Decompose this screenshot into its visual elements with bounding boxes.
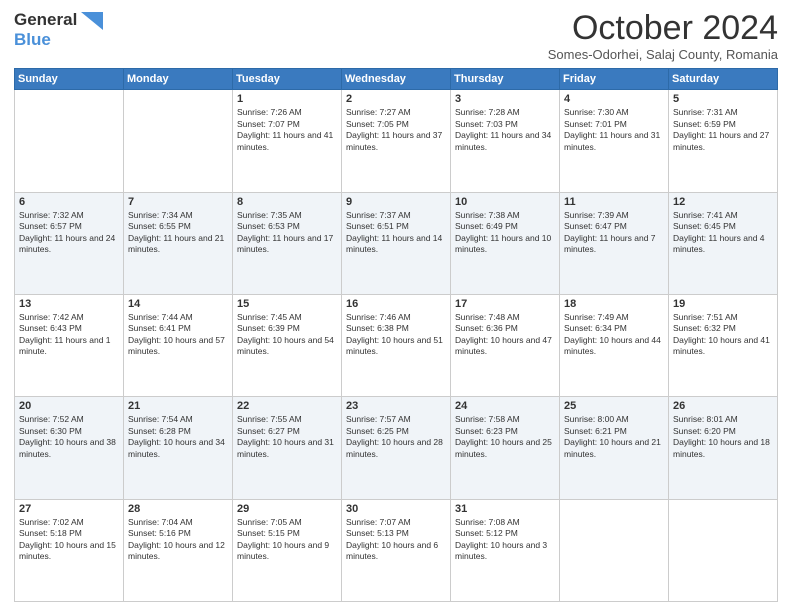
col-tuesday: Tuesday	[233, 69, 342, 90]
table-row	[124, 90, 233, 192]
table-row: 20Sunrise: 7:52 AMSunset: 6:30 PMDayligh…	[15, 397, 124, 499]
table-row: 5Sunrise: 7:31 AMSunset: 6:59 PMDaylight…	[669, 90, 778, 192]
location-subtitle: Somes-Odorhei, Salaj County, Romania	[548, 47, 778, 62]
table-row: 8Sunrise: 7:35 AMSunset: 6:53 PMDaylight…	[233, 192, 342, 294]
table-row: 11Sunrise: 7:39 AMSunset: 6:47 PMDayligh…	[560, 192, 669, 294]
table-row: 6Sunrise: 7:32 AMSunset: 6:57 PMDaylight…	[15, 192, 124, 294]
table-row: 27Sunrise: 7:02 AMSunset: 5:18 PMDayligh…	[15, 499, 124, 601]
header: General Blue October 2024 Somes-Odorhei,…	[14, 10, 778, 62]
col-thursday: Thursday	[451, 69, 560, 90]
col-wednesday: Wednesday	[342, 69, 451, 90]
table-row: 15Sunrise: 7:45 AMSunset: 6:39 PMDayligh…	[233, 295, 342, 397]
table-row: 10Sunrise: 7:38 AMSunset: 6:49 PMDayligh…	[451, 192, 560, 294]
table-row: 4Sunrise: 7:30 AMSunset: 7:01 PMDaylight…	[560, 90, 669, 192]
table-row: 7Sunrise: 7:34 AMSunset: 6:55 PMDaylight…	[124, 192, 233, 294]
month-title: October 2024	[548, 10, 778, 47]
logo: General Blue	[14, 10, 103, 49]
title-block: October 2024 Somes-Odorhei, Salaj County…	[548, 10, 778, 62]
table-row: 21Sunrise: 7:54 AMSunset: 6:28 PMDayligh…	[124, 397, 233, 499]
table-row: 30Sunrise: 7:07 AMSunset: 5:13 PMDayligh…	[342, 499, 451, 601]
table-row: 13Sunrise: 7:42 AMSunset: 6:43 PMDayligh…	[15, 295, 124, 397]
table-row: 17Sunrise: 7:48 AMSunset: 6:36 PMDayligh…	[451, 295, 560, 397]
table-row: 9Sunrise: 7:37 AMSunset: 6:51 PMDaylight…	[342, 192, 451, 294]
col-friday: Friday	[560, 69, 669, 90]
table-row: 22Sunrise: 7:55 AMSunset: 6:27 PMDayligh…	[233, 397, 342, 499]
table-row	[560, 499, 669, 601]
table-row: 31Sunrise: 7:08 AMSunset: 5:12 PMDayligh…	[451, 499, 560, 601]
calendar-week-4: 20Sunrise: 7:52 AMSunset: 6:30 PMDayligh…	[15, 397, 778, 499]
table-row: 16Sunrise: 7:46 AMSunset: 6:38 PMDayligh…	[342, 295, 451, 397]
calendar-header-row: Sunday Monday Tuesday Wednesday Thursday…	[15, 69, 778, 90]
table-row: 12Sunrise: 7:41 AMSunset: 6:45 PMDayligh…	[669, 192, 778, 294]
table-row: 28Sunrise: 7:04 AMSunset: 5:16 PMDayligh…	[124, 499, 233, 601]
calendar-week-5: 27Sunrise: 7:02 AMSunset: 5:18 PMDayligh…	[15, 499, 778, 601]
calendar-week-3: 13Sunrise: 7:42 AMSunset: 6:43 PMDayligh…	[15, 295, 778, 397]
col-saturday: Saturday	[669, 69, 778, 90]
table-row: 14Sunrise: 7:44 AMSunset: 6:41 PMDayligh…	[124, 295, 233, 397]
table-row: 1Sunrise: 7:26 AMSunset: 7:07 PMDaylight…	[233, 90, 342, 192]
calendar-week-1: 1Sunrise: 7:26 AMSunset: 7:07 PMDaylight…	[15, 90, 778, 192]
table-row	[15, 90, 124, 192]
table-row	[669, 499, 778, 601]
col-sunday: Sunday	[15, 69, 124, 90]
table-row: 29Sunrise: 7:05 AMSunset: 5:15 PMDayligh…	[233, 499, 342, 601]
table-row: 23Sunrise: 7:57 AMSunset: 6:25 PMDayligh…	[342, 397, 451, 499]
table-row: 26Sunrise: 8:01 AMSunset: 6:20 PMDayligh…	[669, 397, 778, 499]
col-monday: Monday	[124, 69, 233, 90]
table-row: 24Sunrise: 7:58 AMSunset: 6:23 PMDayligh…	[451, 397, 560, 499]
calendar-table: Sunday Monday Tuesday Wednesday Thursday…	[14, 68, 778, 602]
table-row: 2Sunrise: 7:27 AMSunset: 7:05 PMDaylight…	[342, 90, 451, 192]
calendar-week-2: 6Sunrise: 7:32 AMSunset: 6:57 PMDaylight…	[15, 192, 778, 294]
table-row: 19Sunrise: 7:51 AMSunset: 6:32 PMDayligh…	[669, 295, 778, 397]
table-row: 3Sunrise: 7:28 AMSunset: 7:03 PMDaylight…	[451, 90, 560, 192]
logo-arrow-icon	[81, 12, 103, 48]
table-row: 18Sunrise: 7:49 AMSunset: 6:34 PMDayligh…	[560, 295, 669, 397]
table-row: 25Sunrise: 8:00 AMSunset: 6:21 PMDayligh…	[560, 397, 669, 499]
